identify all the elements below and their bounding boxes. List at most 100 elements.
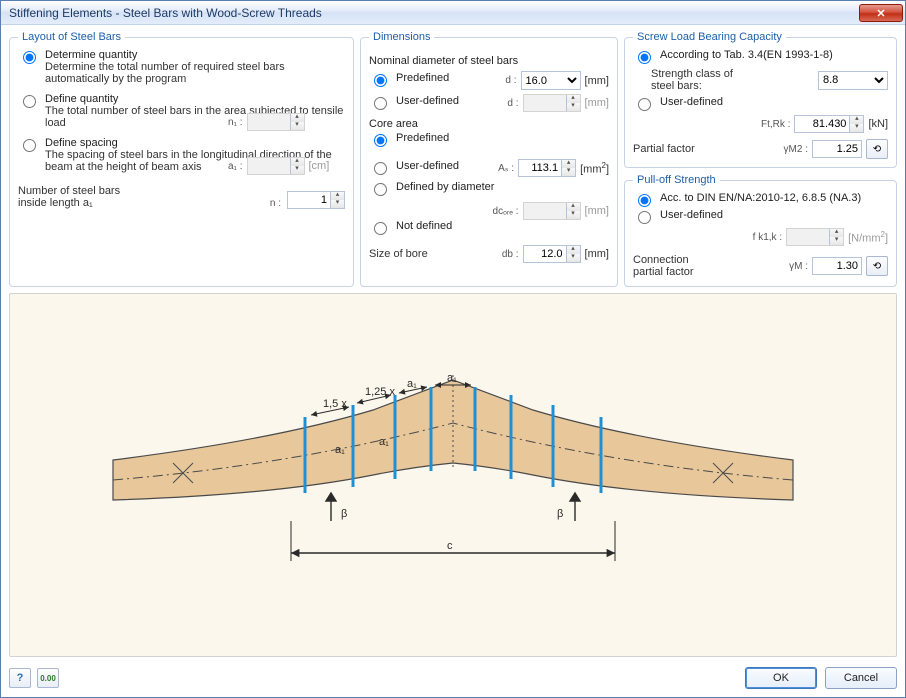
db-symbol: db : xyxy=(502,249,519,260)
svg-text:c: c xyxy=(447,540,453,552)
bore-label: Size of bore xyxy=(369,248,498,260)
group-dimensions: Dimensions Nominal diameter of steel bar… xyxy=(360,31,618,287)
ftrk-unit: [kN] xyxy=(868,118,888,130)
radio-core-predef[interactable]: Predefined xyxy=(369,132,609,147)
radio-screw-user-input[interactable] xyxy=(638,98,651,111)
svg-text:a₁: a₁ xyxy=(407,378,417,390)
dcore-row: dcₒᵣₑ : ▴▾ [mm] xyxy=(369,202,609,220)
svg-text:β: β xyxy=(557,508,563,520)
fk1-input xyxy=(787,229,829,245)
reset-icon: ⟲ xyxy=(873,144,881,155)
radio-core-user[interactable]: User-defined xyxy=(369,160,494,175)
nominal-label: Nominal diameter of steel bars xyxy=(369,55,609,67)
radio-dim-predef-input[interactable] xyxy=(374,74,387,87)
radio-core-user-input[interactable] xyxy=(374,162,387,175)
beam-svg: 1,5 x 1,25 x a₁ a₁ a₁ a₁ β β xyxy=(73,345,833,605)
radio-core-predef-input[interactable] xyxy=(374,134,387,147)
radio-dim-user[interactable]: User-defined xyxy=(369,95,503,110)
svg-text:1,25 x: 1,25 x xyxy=(365,386,395,398)
a1-symbol: a₁ : xyxy=(228,161,243,172)
ftrk-row: Ft,Rk : ▴▾ [kN] xyxy=(633,115,888,133)
numbars-l2: inside length a₁ xyxy=(18,197,93,209)
gm2-input[interactable] xyxy=(812,140,862,158)
radio-dim-predef[interactable]: Predefined xyxy=(369,72,501,87)
n-input[interactable] xyxy=(288,192,330,208)
db-input[interactable] xyxy=(524,246,566,262)
radio-core-diam[interactable]: Defined by diameter xyxy=(369,181,609,196)
ok-button[interactable]: OK xyxy=(745,667,817,689)
radio-core-notdef-input[interactable] xyxy=(374,222,387,235)
close-button[interactable]: ✕ xyxy=(859,4,903,22)
gm2-symbol: γM2 : xyxy=(784,144,808,155)
n1-symbol: n₁ : xyxy=(228,117,243,128)
gm2-reset-button[interactable]: ⟲ xyxy=(866,139,888,159)
as-spinner[interactable]: ▴▾ xyxy=(518,159,576,177)
as-symbol: Aₛ : xyxy=(498,163,514,174)
dialog-window: Stiffening Elements - Steel Bars with Wo… xyxy=(0,0,906,698)
radio-screw-tab[interactable]: According to Tab. 3.4(EN 1993-1-8) xyxy=(633,49,888,64)
reset-icon: ⟲ xyxy=(873,261,881,272)
partial-label: Partial factor xyxy=(633,143,780,155)
radio-determine-quantity[interactable]: Determine quantity Determine the total n… xyxy=(18,49,345,85)
group-layout-legend: Layout of Steel Bars xyxy=(18,31,125,43)
radio-determine-quantity-input[interactable] xyxy=(23,51,36,64)
footer: ? 0.00 OK Cancel xyxy=(9,663,897,689)
dcore-symbol: dcₒᵣₑ : xyxy=(493,206,519,217)
dcore-unit: [mm] xyxy=(585,205,609,217)
n1-input xyxy=(248,114,290,130)
strength-combo[interactable]: 8.8 xyxy=(818,71,888,90)
db-unit: [mm] xyxy=(585,248,609,260)
group-pulloff-legend: Pull-off Strength xyxy=(633,174,720,186)
dcore-input xyxy=(524,203,566,219)
right-column: Screw Load Bearing Capacity According to… xyxy=(624,31,897,287)
gm-reset-button[interactable]: ⟲ xyxy=(866,256,888,276)
group-layout: Layout of Steel Bars Determine quantity … xyxy=(9,31,354,287)
content-area: Layout of Steel Bars Determine quantity … xyxy=(1,25,905,697)
opt-determine-title: Determine quantity xyxy=(45,49,137,61)
radio-screw-user[interactable]: User-defined xyxy=(633,96,888,111)
radio-pulloff-din-input[interactable] xyxy=(638,194,651,207)
fk1-spinner: ▴▾ xyxy=(786,228,844,246)
help-button[interactable]: ? xyxy=(9,668,31,688)
n-spinner[interactable]: ▴▾ xyxy=(287,191,345,209)
radio-pulloff-user[interactable]: User-defined xyxy=(633,209,888,224)
radio-define-quantity-input[interactable] xyxy=(23,95,36,108)
svg-text:1,5 x: 1,5 x xyxy=(323,398,347,410)
radio-define-spacing-input[interactable] xyxy=(23,139,36,152)
radio-dim-user-input[interactable] xyxy=(374,97,387,110)
radio-pulloff-din[interactable]: Acc. to DIN EN/NA:2010-12, 6.8.5 (NA.3) xyxy=(633,192,888,207)
units-button[interactable]: 0.00 xyxy=(37,668,59,688)
cancel-button[interactable]: Cancel xyxy=(825,667,897,689)
svg-text:a₁: a₁ xyxy=(447,372,457,384)
core-diam-row: Defined by diameter xyxy=(369,181,609,198)
window-title: Stiffening Elements - Steel Bars with Wo… xyxy=(9,6,322,20)
opt-define-spacing-title: Define spacing xyxy=(45,137,118,149)
n-row: Number of steel bars inside length a₁ n … xyxy=(18,185,345,209)
ftrk-spinner[interactable]: ▴▾ xyxy=(794,115,864,133)
bore-row: Size of bore db : ▴▾ [mm] xyxy=(369,245,609,263)
radio-pulloff-user-input[interactable] xyxy=(638,211,651,224)
svg-text:a₁: a₁ xyxy=(379,436,389,448)
gm-input[interactable] xyxy=(812,257,862,275)
d-combo[interactable]: 16.0 xyxy=(521,71,581,90)
d-user-symbol: d : xyxy=(507,98,518,109)
db-spinner[interactable]: ▴▾ xyxy=(523,245,581,263)
a1-input xyxy=(248,158,290,174)
dim-user-row: User-defined d : ▴▾ [mm] xyxy=(369,94,609,112)
group-dimensions-legend: Dimensions xyxy=(369,31,434,43)
radio-core-notdef[interactable]: Not defined xyxy=(369,220,609,235)
ftrk-symbol: Ft,Rk : xyxy=(761,119,790,130)
units-icon: 0.00 xyxy=(40,674,56,683)
radio-screw-tab-input[interactable] xyxy=(638,51,651,64)
strength-row: Strength class of steel bars: 8.8 xyxy=(651,68,888,92)
ftrk-input[interactable] xyxy=(795,116,849,132)
radio-core-diam-input[interactable] xyxy=(374,183,387,196)
a1-unit: [cm] xyxy=(309,160,330,172)
dim-predef-row: Predefined d : 16.0 [mm] xyxy=(369,71,609,90)
group-screw: Screw Load Bearing Capacity According to… xyxy=(624,31,897,168)
beam-diagram: 1,5 x 1,25 x a₁ a₁ a₁ a₁ β β xyxy=(9,293,897,657)
as-unit: [mm] xyxy=(580,161,609,176)
group-pulloff: Pull-off Strength Acc. to DIN EN/NA:2010… xyxy=(624,174,897,287)
fk1-row: f k1,k : ▴▾ [N/mm] xyxy=(633,228,888,246)
as-input[interactable] xyxy=(519,160,561,176)
